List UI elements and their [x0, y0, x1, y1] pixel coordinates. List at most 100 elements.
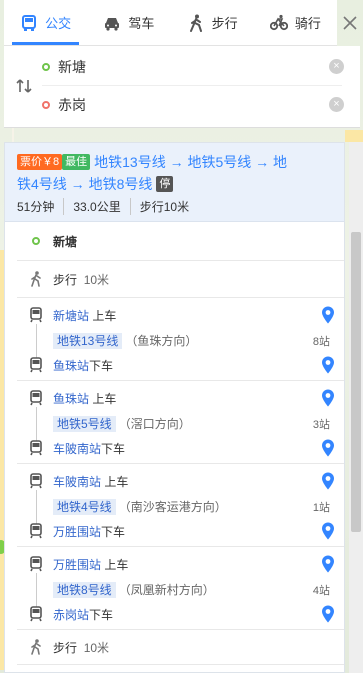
close-icon [343, 16, 357, 30]
line-direction: （鱼珠方向） [125, 334, 198, 348]
step-start[interactable]: 新塘 [5, 222, 344, 260]
clear-end-button[interactable]: × [329, 97, 344, 112]
tab-bus[interactable]: 公交 [4, 0, 87, 45]
line-row[interactable]: 地铁8号线 （凤凰新村方向） 4站 [5, 573, 344, 607]
train-icon [28, 390, 44, 406]
line-direction: （南沙客运港方向） [118, 500, 227, 514]
walk-icon [28, 271, 44, 287]
board-action: 上车 [104, 557, 129, 572]
walk-label: 步行 [53, 272, 78, 287]
tab-label: 公交 [45, 16, 72, 31]
stop-count: 1站 [312, 502, 330, 514]
start-dot-icon [28, 233, 44, 249]
board-station: 新塘站 [53, 308, 90, 323]
start-name: 新塘 [53, 234, 78, 249]
step-walk[interactable]: 步行 10米 [5, 261, 344, 297]
step-board[interactable]: 鱼珠站 上车 [5, 383, 344, 413]
walk-dist: 10米 [83, 272, 110, 287]
start-dot-icon [42, 62, 50, 71]
board-action: 上车 [104, 474, 129, 489]
tab-label: 骑行 [294, 16, 321, 31]
scrollbar-thumb[interactable] [351, 232, 361, 532]
board-station: 鱼珠站 [53, 391, 90, 406]
map-pin-icon[interactable] [322, 522, 334, 540]
price-badge: 票价￥8 [17, 154, 63, 170]
board-station: 车陂南站 [53, 474, 102, 489]
tab-car[interactable]: 驾车 [87, 0, 170, 45]
train-icon [28, 440, 44, 456]
stop-badge: 停 [156, 176, 174, 192]
train-icon [28, 357, 44, 373]
start-value: 新塘 [58, 58, 86, 75]
step-board[interactable]: 万胜围站 上车 [5, 549, 344, 579]
clear-start-button[interactable]: × [329, 59, 344, 74]
tab-label: 驾车 [128, 16, 155, 31]
line-name: 地铁5号线 [53, 416, 116, 432]
alight-station: 车陂南站 [53, 441, 102, 456]
alight-action: 下车 [89, 358, 114, 373]
step-alight[interactable]: 鱼珠站下车 [5, 352, 344, 378]
car-icon [105, 17, 120, 31]
alight-action: 下车 [89, 607, 114, 622]
line-row[interactable]: 地铁5号线 （滘口方向） 3站 [5, 407, 344, 441]
tab-label: 步行 [211, 16, 238, 31]
train-icon [28, 307, 44, 323]
bike-icon [269, 14, 288, 30]
step-walk[interactable]: 步行 10米 [5, 630, 344, 664]
step-board[interactable]: 车陂南站 上车 [5, 466, 344, 496]
map-pin-icon[interactable] [322, 306, 334, 324]
step-alight[interactable]: 赤岗站下车 [5, 601, 344, 627]
board-action: 上车 [92, 308, 117, 323]
walk-icon [189, 14, 202, 32]
alight-action: 下车 [101, 524, 126, 539]
walk-distance: 步行10米 [129, 198, 198, 215]
step-end[interactable]: 赤岗 [5, 665, 344, 672]
alight-station: 赤岗站 [53, 607, 90, 622]
line-row[interactable]: 地铁4号线 （南沙客运港方向） 1站 [5, 490, 344, 524]
train-icon [28, 606, 44, 622]
line-row[interactable]: 地铁13号线 （鱼珠方向） 8站 [5, 324, 344, 358]
close-button[interactable] [337, 10, 363, 36]
start-field[interactable]: 新塘 × [42, 48, 344, 86]
map-pin-icon[interactable] [322, 605, 334, 623]
map-pin-icon[interactable] [322, 555, 334, 573]
alight-station: 万胜围站 [53, 524, 102, 539]
line-direction: （凤凰新村方向） [118, 583, 215, 597]
train-icon [28, 556, 44, 572]
map-pin-icon[interactable] [322, 472, 334, 490]
duration: 51分钟 [17, 200, 55, 214]
end-value: 赤岗 [58, 97, 86, 113]
route-input-box: 新塘 × 赤岗 × [4, 46, 360, 128]
step-alight[interactable]: 车陂南站下车 [5, 435, 344, 461]
train-icon [28, 523, 44, 539]
board-station: 万胜围站 [53, 557, 102, 572]
route-lines-text: 地铁13号线 → 地铁5号线 → 地 [94, 154, 288, 170]
end-field[interactable]: 赤岗 × [42, 86, 344, 124]
swap-icon[interactable] [15, 77, 33, 95]
board-action: 上车 [92, 391, 117, 406]
step-board[interactable]: 新塘站 上车 [5, 300, 344, 330]
map-road [345, 130, 363, 142]
transport-mode-tabs: 公交 驾车 步行 骑行 [4, 0, 337, 46]
end-dot-icon [42, 101, 50, 109]
route-lines-text-cont: 铁4号线 → 地铁8号线 [17, 176, 153, 192]
bus-icon [22, 14, 37, 31]
route-summary[interactable]: 票价￥8 最佳 地铁13号线 → 地铁5号线 → 地 铁4号线 → 地铁8号线停 5… [5, 143, 344, 222]
line-name: 地铁13号线 [53, 333, 123, 349]
stop-count: 3站 [312, 419, 330, 431]
walk-icon [28, 639, 44, 655]
line-direction: （滘口方向） [118, 417, 191, 431]
stop-count: 8站 [312, 336, 330, 348]
step-alight[interactable]: 万胜围站下车 [5, 518, 344, 544]
map-pin-icon[interactable] [322, 439, 334, 457]
walk-dist: 10米 [83, 640, 110, 655]
tab-walk[interactable]: 步行 [171, 0, 254, 45]
map-pin-icon[interactable] [322, 356, 334, 374]
walk-label: 步行 [53, 640, 78, 655]
alight-action: 下车 [101, 441, 126, 456]
map-pin-icon[interactable] [322, 389, 334, 407]
tab-bike[interactable]: 骑行 [254, 0, 337, 45]
best-badge: 最佳 [62, 154, 91, 170]
train-icon [28, 473, 44, 489]
line-name: 地铁8号线 [53, 582, 116, 598]
